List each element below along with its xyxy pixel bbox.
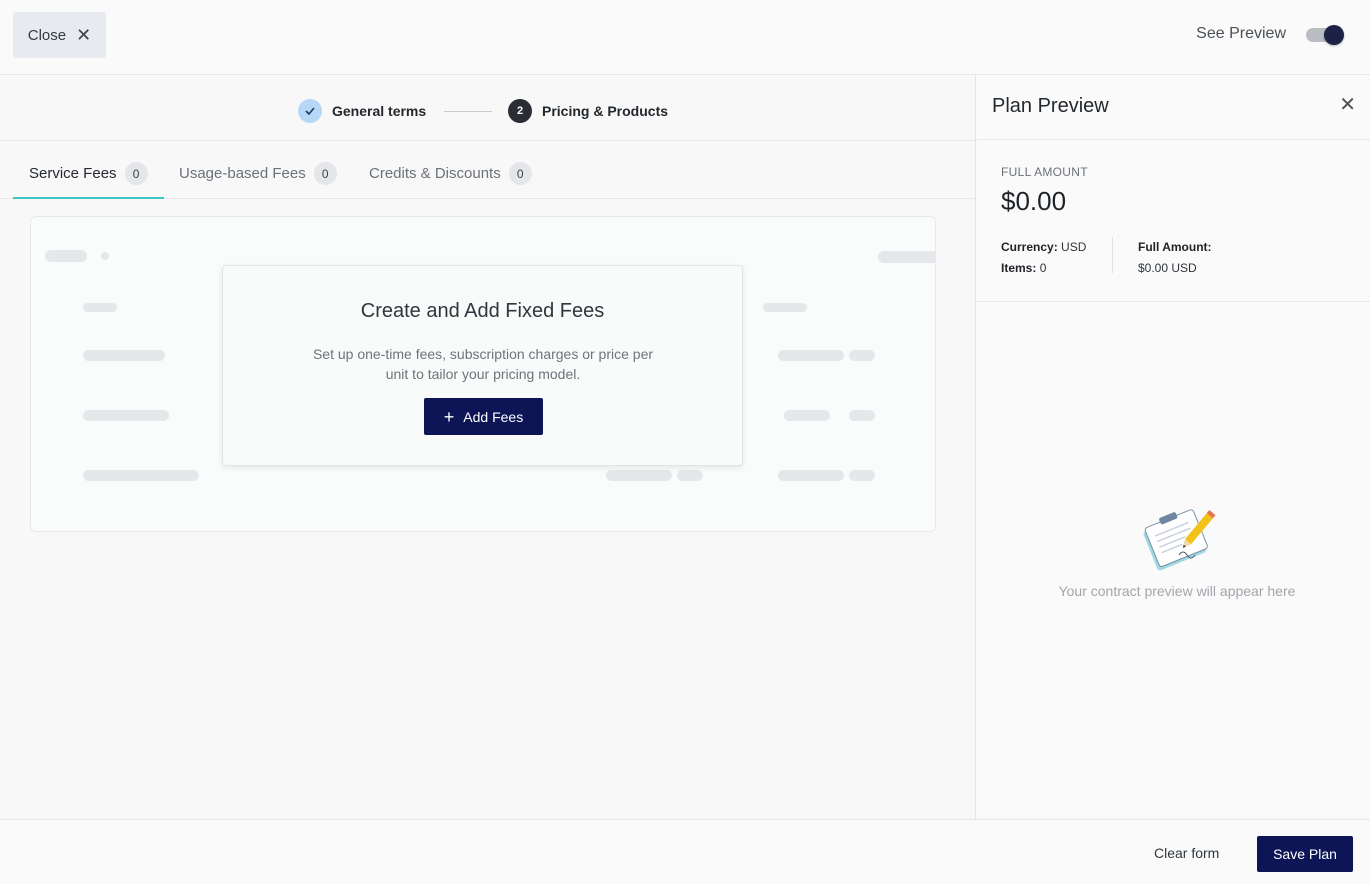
- empty-state-title: Create and Add Fixed Fees: [360, 300, 605, 322]
- tab-usage-based-fees[interactable]: Usage-based Fees 0: [179, 162, 337, 199]
- contract-illustration-icon: [1143, 509, 1216, 571]
- skeleton-bar: [849, 470, 875, 481]
- skeleton-bar: [778, 470, 844, 481]
- full-amount-value: $0.00: [1001, 186, 1067, 216]
- tab-label: Credits & Discounts: [369, 165, 501, 182]
- preview-toggle[interactable]: [1306, 25, 1344, 45]
- empty-state-card: Create and Add Fixed Fees Set up one-tim…: [222, 265, 743, 466]
- divider: [1112, 237, 1113, 273]
- step-label: Pricing & Products: [542, 103, 669, 119]
- plan-summary: FULL AMOUNT $0.00 Currency: USD Items: 0…: [977, 140, 1370, 302]
- skeleton-bar: [778, 350, 844, 361]
- clear-form-button[interactable]: Clear form: [1154, 845, 1219, 861]
- contract-preview-placeholder: Your contract preview will appear here: [1058, 583, 1296, 599]
- full-amount-meta-value: $0.00 USD: [1138, 261, 1197, 275]
- tab-service-fees[interactable]: Service Fees 0: [13, 162, 164, 199]
- summary-meta-right: Full Amount: $0.00 USD: [1138, 237, 1212, 279]
- items-label: Items:: [1001, 261, 1037, 275]
- step-connector: [444, 111, 492, 112]
- skeleton-bar: [677, 470, 703, 481]
- close-icon: ✕: [76, 25, 92, 45]
- footer-bar: Clear form Save Plan: [0, 819, 1370, 884]
- add-fees-label: Add Fees: [463, 408, 524, 425]
- summary-meta-left: Currency: USD Items: 0: [1001, 237, 1086, 279]
- skeleton-bar: [763, 303, 807, 312]
- full-amount-meta-label: Full Amount:: [1138, 240, 1212, 254]
- step-number: 2: [508, 99, 532, 123]
- add-fees-button[interactable]: + Add Fees: [424, 398, 543, 435]
- tab-count-badge: 0: [508, 162, 532, 185]
- close-label: Close: [27, 26, 67, 44]
- skeleton-bar: [45, 250, 87, 262]
- tab-count-badge: 0: [313, 162, 337, 185]
- currency-label: Currency:: [1001, 240, 1058, 254]
- close-preview-icon[interactable]: ✕: [1339, 95, 1356, 115]
- plus-icon: +: [443, 406, 455, 427]
- empty-state-description: Set up one-time fees, subscription charg…: [312, 346, 654, 382]
- see-preview-label: See Preview: [1196, 25, 1286, 42]
- skeleton-bar: [83, 303, 117, 312]
- tab-label: Usage-based Fees: [179, 165, 306, 182]
- check-icon: [298, 99, 322, 123]
- skeleton-bar: [83, 410, 169, 421]
- skeleton-bar: [83, 470, 199, 481]
- skeleton-bar: [878, 251, 935, 263]
- preview-title: Plan Preview: [992, 95, 1109, 117]
- tab-label: Service Fees: [29, 165, 117, 182]
- plan-preview-panel: Plan Preview ✕ FULL AMOUNT $0.00 Currenc…: [977, 75, 1370, 819]
- skeleton-bar: [849, 410, 875, 421]
- tab-credits-discounts[interactable]: Credits & Discounts 0: [369, 162, 532, 199]
- plan-editor: General terms 2 Pricing & Products Servi…: [0, 75, 976, 819]
- fee-tabs: Service Fees 0 Usage-based Fees 0 Credit…: [0, 141, 976, 199]
- tab-count-badge: 0: [124, 162, 148, 185]
- skeleton-bar: [101, 252, 109, 260]
- step-pricing-products[interactable]: 2 Pricing & Products: [508, 99, 668, 123]
- items-value: 0: [1039, 261, 1047, 275]
- top-bar: Close ✕ See Preview: [0, 0, 1370, 75]
- skeleton-bar: [849, 350, 875, 361]
- preview-header: Plan Preview ✕: [977, 75, 1370, 140]
- currency-value: USD: [1061, 240, 1087, 254]
- skeleton-bar: [606, 470, 672, 481]
- close-button[interactable]: Close ✕: [13, 12, 106, 58]
- skeleton-bar: [83, 350, 165, 361]
- save-plan-button[interactable]: Save Plan: [1257, 836, 1353, 872]
- step-label: General terms: [332, 103, 427, 119]
- skeleton-bar: [784, 410, 830, 421]
- toggle-knob: [1324, 25, 1344, 45]
- stepper: General terms 2 Pricing & Products: [0, 75, 976, 141]
- full-amount-label: FULL AMOUNT: [1001, 165, 1088, 179]
- step-general-terms[interactable]: General terms: [298, 99, 426, 123]
